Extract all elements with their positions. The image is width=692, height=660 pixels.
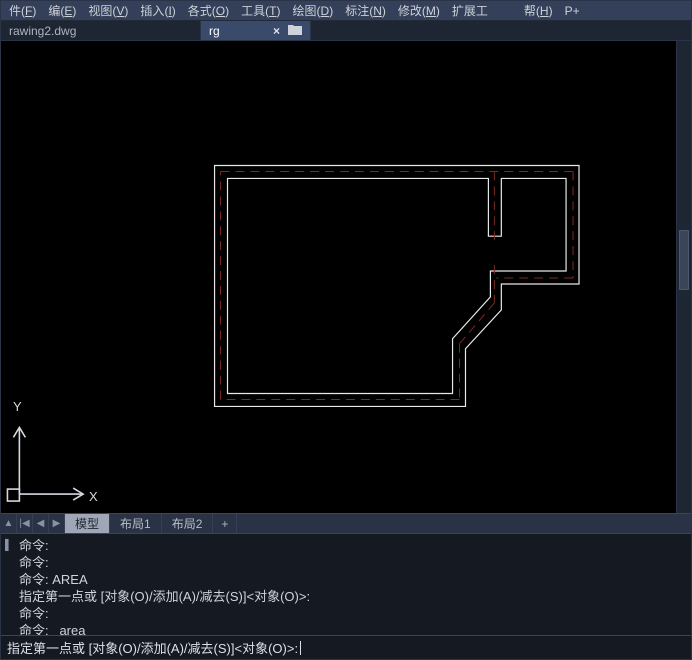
menu-tools[interactable]: 工具(T) [235,0,286,21]
document-tab-1[interactable]: rawing2.dwg [1,21,201,40]
history-line: 命令: [19,537,687,554]
text-cursor [300,641,301,655]
menu-blank2[interactable] [506,9,518,13]
menu-draw[interactable]: 绘图(D) [287,0,340,21]
ucs-x-label: X [89,489,98,504]
document-tab-2-label: rg [209,24,220,38]
layout-tab-layout2[interactable]: 布局2 [162,514,214,533]
ucs-icon [7,427,83,501]
menu-pplus[interactable]: P+ [559,2,586,20]
vertical-scrollbar[interactable] [676,41,691,513]
menu-help[interactable]: 帮(H) [518,0,559,21]
folder-icon[interactable] [288,24,302,38]
command-prompt: 指定第一点或 [对象(O)/添加(A)/减去(S)]<对象(O)>: [7,638,298,657]
drawing-canvas[interactable]: Y X [1,41,691,513]
scrollbar-thumb[interactable] [679,230,689,290]
menu-view[interactable]: 视图(V) [82,0,134,21]
history-handle-icon[interactable]: ▌ [5,537,12,554]
layout-nav-up[interactable]: ▲ [1,514,17,533]
layout-nav-prev[interactable]: ◀ [33,514,49,533]
command-input[interactable]: 指定第一点或 [对象(O)/添加(A)/减去(S)]<对象(O)>: [1,635,691,659]
history-line: 命令: _area [19,622,687,635]
ucs-y-label: Y [13,399,22,414]
history-line: 指定第一点或 [对象(O)/添加(A)/减去(S)]<对象(O)>: [19,588,687,605]
layout-tab-row: ▲ |◀ ◀ ▶ 模型 布局1 布局2 + [1,513,691,533]
layout-nav-first[interactable]: |◀ [17,514,33,533]
canvas-svg [1,41,691,513]
menu-dimension[interactable]: 标注(N) [339,0,392,21]
layout-tab-model[interactable]: 模型 [65,514,110,533]
menu-extend[interactable]: 扩展工 [446,0,494,21]
menu-modify[interactable]: 修改(M) [392,0,446,21]
layout-tab-add[interactable]: + [213,514,237,533]
menu-blank1[interactable] [494,9,506,13]
command-history[interactable]: ▌ 命令: 命令: 命令: AREA 指定第一点或 [对象(O)/添加(A)/减… [1,533,691,635]
menu-bar: 件(F) 编(E) 视图(V) 插入(I) 各式(O) 工具(T) 绘图(D) … [1,1,691,21]
history-line: 命令: [19,554,687,571]
layout-nav-next[interactable]: ▶ [49,514,65,533]
history-line: 命令: [19,605,687,622]
menu-file[interactable]: 件(F) [3,0,42,21]
menu-insert[interactable]: 插入(I) [134,0,181,21]
close-icon[interactable]: × [273,24,280,38]
menu-format[interactable]: 各式(O) [182,0,235,21]
menu-edit[interactable]: 编(E) [42,0,82,21]
document-tab-row: rawing2.dwg rg × [1,21,691,41]
layout-tab-layout1[interactable]: 布局1 [110,514,162,533]
history-line: 命令: AREA [19,571,687,588]
document-tab-1-label: rawing2.dwg [9,24,76,38]
document-tab-2[interactable]: rg × [201,21,311,40]
